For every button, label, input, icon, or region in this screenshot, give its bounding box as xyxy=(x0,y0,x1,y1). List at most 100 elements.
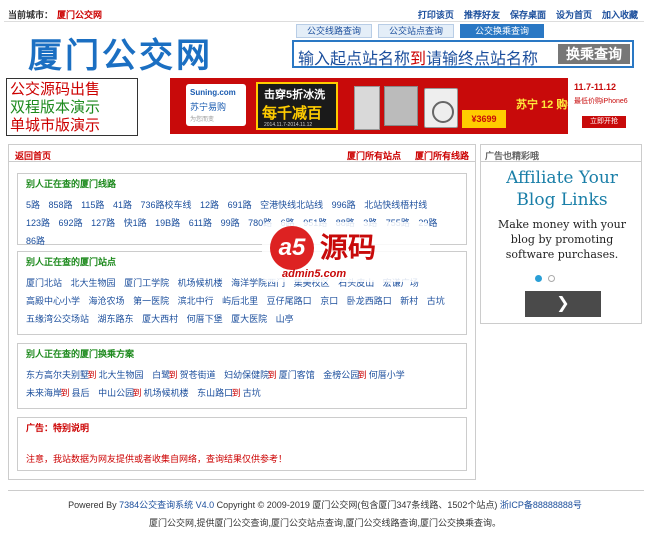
main-panel: 返回首页 厦门所有站点 厦门所有线路 别人正在查的厦门线路 5路 858路 11… xyxy=(8,144,476,480)
station-link[interactable]: 山亭 xyxy=(276,314,294,324)
notice-text: 注意，我站数据为网友提供或者收集自网络，查询结果仅供参考！ xyxy=(26,454,288,464)
popular-transfers-box: 别人正在查的厦门换乘方案 东方高尔夫别墅 到北大生物园 白鹭 到贺苍街道 妇幼保… xyxy=(17,343,467,409)
line-link[interactable]: 692路 xyxy=(59,218,83,228)
suning-sub: 为您而变 xyxy=(190,117,215,123)
transfer-search-button[interactable]: 换乘查询 xyxy=(558,44,630,64)
powered-prefix: Powered By xyxy=(68,500,120,510)
price-tag: ¥3699 xyxy=(462,110,506,128)
line-link[interactable]: 127路 xyxy=(91,218,115,228)
transfer-link[interactable]: 东方高尔夫别墅 到北大生物园 xyxy=(26,370,144,380)
search-tabs: 公交线路查询 公交站点查询 公交换乘查询 xyxy=(296,24,544,38)
save-desktop-link[interactable]: 保存桌面 xyxy=(510,8,546,21)
line-link[interactable]: 99路 xyxy=(221,218,240,228)
right-panel-title: 广告也精彩哦 xyxy=(481,145,641,162)
line-link[interactable]: 快1路 xyxy=(124,218,147,228)
buy-now-button[interactable]: 立即开抢 xyxy=(582,116,626,128)
line-link[interactable]: 41路 xyxy=(113,200,132,210)
line-link[interactable]: 空港快线北站线 xyxy=(260,200,323,210)
line-link[interactable]: 12路 xyxy=(200,200,219,210)
appliance-image xyxy=(384,86,418,126)
suning-banner-ad[interactable]: Suning.com 苏宁易购 为您而变 击穿5折冰洗 每千减百 2014.11… xyxy=(170,78,644,134)
carousel-dot-active[interactable] xyxy=(535,275,542,282)
back-home-link[interactable]: 返回首页 xyxy=(15,149,51,162)
line-link[interactable]: 123路 xyxy=(26,218,50,228)
end-placeholder: 请输终点站名称 xyxy=(426,49,539,68)
affiliate-heading[interactable]: Affiliate Your Blog Links xyxy=(487,167,637,211)
current-city: 当前城市： 厦门公交网 xyxy=(8,8,102,21)
line-link[interactable]: 115路 xyxy=(81,200,104,210)
transfer-link[interactable]: 妇幼保健院 到厦门客馆 xyxy=(224,370,315,380)
line-link[interactable]: 858路 xyxy=(49,200,73,210)
station-link[interactable]: 湖东路东 xyxy=(98,314,134,324)
tab-line-search[interactable]: 公交线路查询 xyxy=(296,24,372,38)
station-link[interactable]: 厦门工学院 xyxy=(124,278,169,288)
station-link[interactable]: 豆仔尾路口 xyxy=(267,296,312,306)
suning-en: Suning.com xyxy=(190,88,236,97)
station-link[interactable]: 厦大西村 xyxy=(142,314,178,324)
add-favorite-link[interactable]: 加入收藏 xyxy=(602,8,638,21)
line-link[interactable]: 北站快线梧村线 xyxy=(364,200,427,210)
transfer-link[interactable]: 中山公园 到机场候机楼 xyxy=(98,388,189,398)
line-link[interactable]: 611路 xyxy=(189,218,212,228)
carousel-dot[interactable] xyxy=(548,275,555,282)
site-logo[interactable]: 厦门公交网 xyxy=(28,28,213,77)
tab-transfer-search[interactable]: 公交换乘查询 xyxy=(460,24,544,38)
popular-transfers-list: 东方高尔夫别墅 到北大生物园 白鹭 到贺苍街道 妇幼保健院 到厦门客馆 金榜公园… xyxy=(26,366,462,402)
line-link[interactable]: 691路 xyxy=(228,200,252,210)
search-hint[interactable]: 输入起点站名称到请输终点站名称 xyxy=(298,45,538,69)
line-link[interactable]: 5路 xyxy=(26,200,40,210)
to-label: 到 xyxy=(410,49,427,68)
affiliate-ad[interactable]: Affiliate Your Blog Links Make money wit… xyxy=(487,167,637,262)
print-link[interactable]: 打印该页 xyxy=(418,8,454,21)
station-link[interactable]: 卧龙西路口 xyxy=(347,296,392,306)
left-text-ad[interactable]: 公交源码出售 双程版本演示 单城市版演示 xyxy=(6,78,138,136)
transfer-search-input[interactable]: 输入起点站名称到请输终点站名称 换乘查询 xyxy=(292,40,634,68)
ad-line-1[interactable]: 公交源码出售 xyxy=(10,80,134,98)
banner-phone: 最低价购iPhone6 xyxy=(574,98,628,105)
station-link[interactable]: 滨北中行 xyxy=(178,296,214,306)
station-link[interactable]: 厦门北站 xyxy=(26,278,62,288)
tab-station-search[interactable]: 公交站点查询 xyxy=(378,24,454,38)
recommend-link[interactable]: 推荐好友 xyxy=(464,8,500,21)
ad-line-3[interactable]: 单城市版演示 xyxy=(10,116,134,134)
carousel-next-button[interactable]: ❯ xyxy=(525,291,601,317)
station-link[interactable]: 五缘湾公交场站 xyxy=(26,314,89,324)
line-link[interactable]: 736路校车线 xyxy=(140,200,191,210)
copyright-text: Copyright © 2009-2019 厦门公交网(包含厦门347条线路、1… xyxy=(214,500,500,510)
station-link[interactable]: 何厝下堡 xyxy=(187,314,223,324)
promo-box: 击穿5折冰洗 每千减百 2014.11.7-2014.11.12 xyxy=(256,82,338,130)
station-link[interactable]: 厦大医院 xyxy=(231,314,267,324)
station-link[interactable]: 第一医院 xyxy=(133,296,169,306)
transfer-link[interactable]: 未来海岸 到县后 xyxy=(26,388,90,398)
line-link[interactable]: 19B路 xyxy=(155,218,180,228)
station-link[interactable]: 京口 xyxy=(320,296,338,306)
transfer-link[interactable]: 白鹭 到贺苍街道 xyxy=(152,370,216,380)
top-bar: 当前城市： 厦门公交网 打印该页 推荐好友 保存桌面 设为首页 加入收藏 xyxy=(4,4,644,22)
station-link[interactable]: 屿后北里 xyxy=(222,296,258,306)
set-homepage-link[interactable]: 设为首页 xyxy=(556,8,592,21)
icp-link[interactable]: 浙ICP备88888888号 xyxy=(500,500,582,510)
affiliate-body: Make money with your blog by promoting s… xyxy=(498,218,626,261)
ad-line-2[interactable]: 双程版本演示 xyxy=(10,98,134,116)
all-stations-link[interactable]: 厦门所有站点 xyxy=(347,149,401,162)
line-link[interactable]: 996路 xyxy=(332,200,356,210)
station-link[interactable]: 高殿中心小学 xyxy=(26,296,80,306)
station-link[interactable]: 海沧农场 xyxy=(89,296,125,306)
line-link[interactable]: 86路 xyxy=(26,236,45,246)
carousel-dots xyxy=(535,275,555,282)
station-link[interactable]: 古坑 xyxy=(427,296,445,306)
transfer-link[interactable]: 东山路口 到古坑 xyxy=(197,388,261,398)
station-link[interactable]: 北大生物园 xyxy=(71,278,116,288)
powered-link[interactable]: 7384公交查询系统 V4.0 xyxy=(119,500,214,510)
footer-line-1: Powered By 7384公交查询系统 V4.0 Copyright © 2… xyxy=(0,498,650,511)
fridge-image xyxy=(354,86,380,130)
transfer-link[interactable]: 金榜公园 到何厝小学 xyxy=(323,370,405,380)
notice-title: 广告：特别说明 xyxy=(26,423,90,433)
station-link[interactable]: 机场候机楼 xyxy=(178,278,223,288)
notice-box: 广告：特别说明 注意，我站数据为网友提供或者收集自网络，查询结果仅供参考！ xyxy=(17,417,467,471)
city-value[interactable]: 厦门公交网 xyxy=(57,10,102,20)
station-link[interactable]: 新村 xyxy=(400,296,418,306)
right-ad-panel: 广告也精彩哦 Affiliate Your Blog Links Make mo… xyxy=(480,144,642,324)
promo-a: 击穿5折冰洗 xyxy=(264,89,326,101)
all-lines-link[interactable]: 厦门所有线路 xyxy=(415,149,469,162)
